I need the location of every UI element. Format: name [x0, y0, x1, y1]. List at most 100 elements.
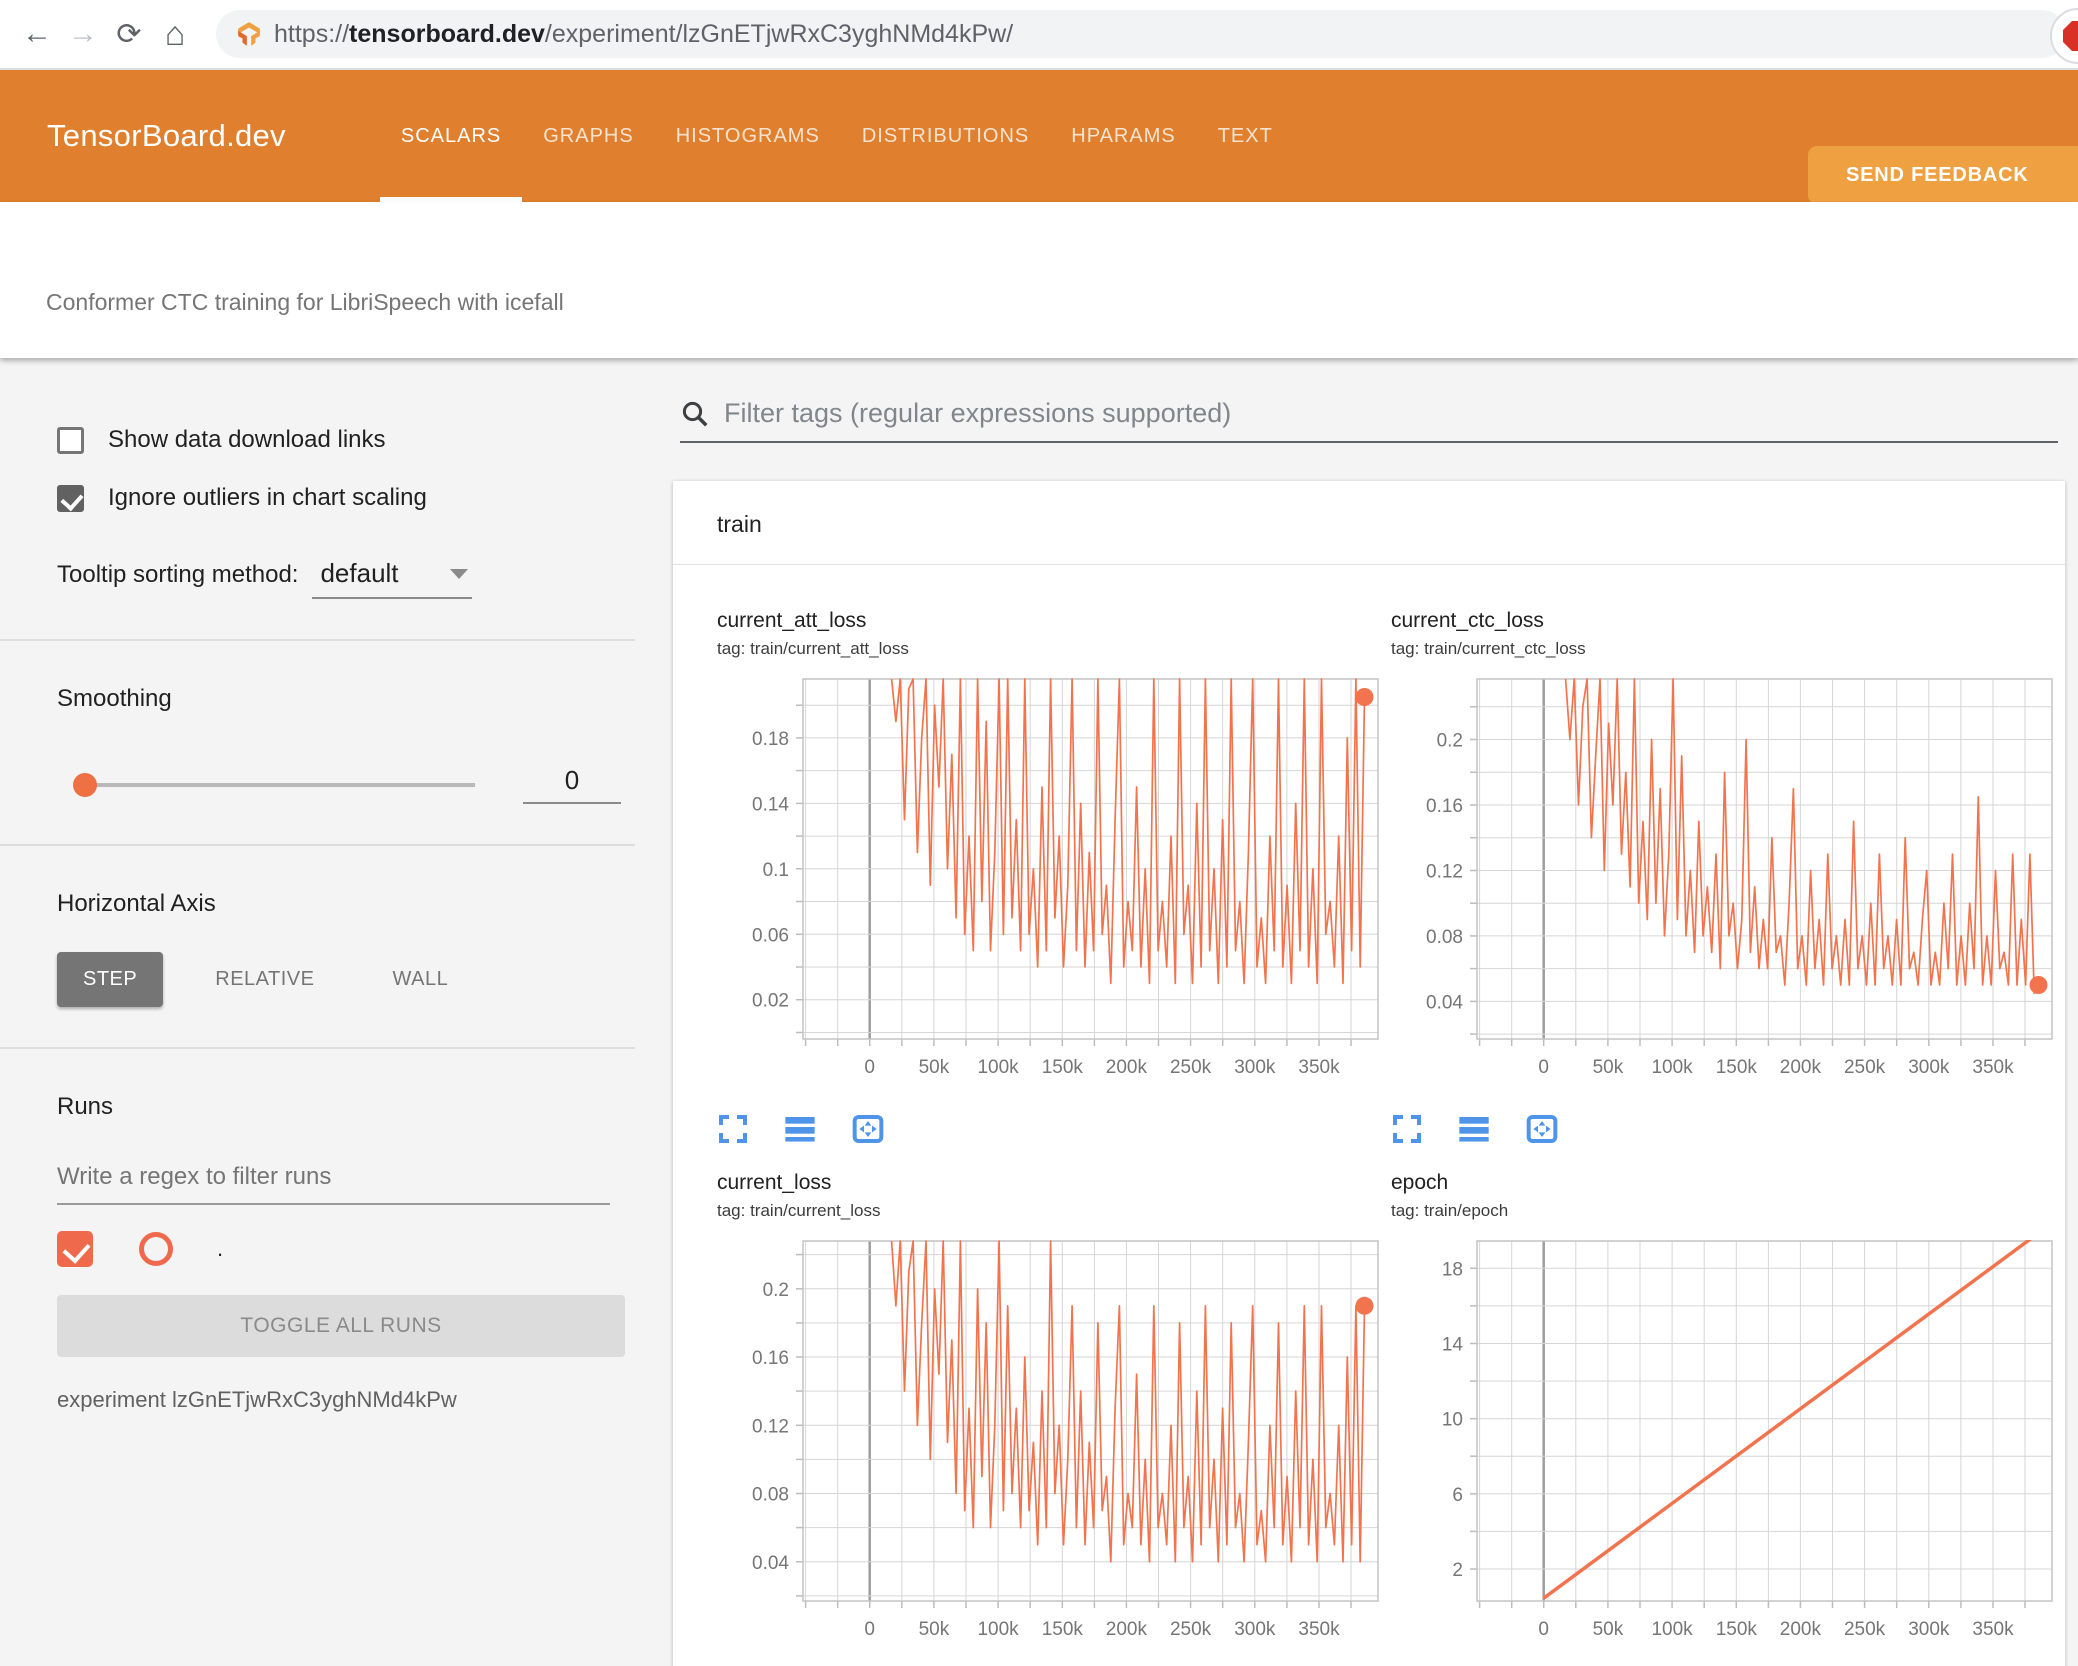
svg-text:0.08: 0.08	[1426, 927, 1463, 948]
svg-text:0.02: 0.02	[752, 991, 789, 1012]
svg-text:300k: 300k	[1908, 1619, 1950, 1640]
tag-filter-input[interactable]	[724, 398, 1924, 429]
charts-grid: current_att_loss tag: train/current_att_…	[717, 565, 2067, 1666]
svg-text:350k: 350k	[1972, 1057, 2014, 1078]
checkbox-checked-icon[interactable]	[57, 484, 84, 512]
horizontal-axis-label: Horizontal Axis	[57, 890, 216, 917]
tab-distributions[interactable]: DISTRIBUTIONS	[841, 70, 1050, 202]
svg-text:0.04: 0.04	[1426, 992, 1463, 1013]
content: Show data download links Ignore outliers…	[0, 358, 2078, 1666]
svg-text:200k: 200k	[1106, 1057, 1148, 1078]
runs-filter-input[interactable]	[57, 1157, 610, 1205]
show-download-links-checkbox[interactable]: Show data download links	[57, 426, 635, 454]
slider-knob[interactable]	[73, 772, 97, 797]
nav-tabs: SCALARS GRAPHS HISTOGRAMS DISTRIBUTIONS …	[379, 70, 1294, 202]
axis-wall-button[interactable]: WALL	[366, 952, 474, 1007]
svg-text:150k: 150k	[1716, 1057, 1758, 1078]
svg-text:50k: 50k	[919, 1619, 950, 1640]
svg-text:0: 0	[864, 1057, 875, 1078]
toggle-y-axis-icon[interactable]	[783, 1113, 817, 1145]
svg-text:250k: 250k	[1170, 1619, 1212, 1640]
chart-current-ctc-loss: current_ctc_loss tag: train/current_ctc_…	[1391, 609, 2065, 1145]
chart-title: current_ctc_loss	[1391, 609, 1544, 632]
svg-text:150k: 150k	[1042, 1619, 1084, 1640]
toggle-all-runs-button[interactable]: TOGGLE ALL RUNS	[57, 1295, 625, 1357]
reload-icon[interactable]: ⟳	[106, 17, 152, 52]
run-row: .	[57, 1231, 635, 1267]
chart-tag: tag: train/current_att_loss	[717, 639, 909, 658]
svg-text:250k: 250k	[1844, 1619, 1886, 1640]
toggle-y-axis-icon[interactable]	[1457, 1113, 1491, 1145]
chart-toolbar	[1391, 1113, 2065, 1145]
svg-text:0.04: 0.04	[752, 1553, 789, 1574]
line-chart[interactable]: 0 50k 100k 150k 200k 250k 300k 350k 0.02 0.06 0.1 0…	[717, 673, 1393, 1097]
url-bar[interactable]: https://tensorboard.dev/experiment/lzGnE…	[216, 10, 2066, 58]
tab-hparams[interactable]: HPARAMS	[1050, 70, 1196, 202]
smoothing-label: Smoothing	[57, 685, 172, 712]
svg-text:0: 0	[864, 1619, 875, 1640]
line-chart[interactable]: 0 50k 100k 150k 200k 250k 300k 350k 2 6 10 14 18	[1391, 1235, 2067, 1659]
svg-text:150k: 150k	[1716, 1619, 1758, 1640]
axis-step-button[interactable]: STEP	[57, 952, 164, 1007]
svg-text:300k: 300k	[1908, 1057, 1950, 1078]
svg-text:200k: 200k	[1106, 1619, 1148, 1640]
smoothing-value-input[interactable]	[523, 765, 621, 804]
svg-text:0.12: 0.12	[1426, 862, 1463, 883]
svg-text:0.06: 0.06	[752, 925, 789, 946]
svg-text:0.2: 0.2	[763, 1280, 789, 1301]
home-icon[interactable]: ⌂	[152, 15, 198, 54]
divider	[0, 639, 635, 641]
group-title: train	[717, 511, 762, 537]
fit-domain-icon[interactable]	[1525, 1113, 1559, 1145]
tab-histograms[interactable]: HISTOGRAMS	[655, 70, 841, 202]
fullscreen-icon[interactable]	[717, 1113, 749, 1145]
tab-scalars[interactable]: SCALARS	[379, 70, 523, 202]
checkbox-unchecked-icon[interactable]	[57, 426, 84, 454]
experiment-title-bar: Conformer CTC training for LibriSpeech w…	[0, 202, 2078, 358]
svg-text:2: 2	[1452, 1560, 1463, 1581]
main-panel: train current_att_loss tag: train/curren…	[660, 358, 2078, 1666]
svg-text:200k: 200k	[1780, 1619, 1822, 1640]
chart-title: current_att_loss	[717, 609, 867, 632]
forward-icon[interactable]: →	[60, 17, 106, 51]
run-checkbox[interactable]	[57, 1231, 93, 1267]
svg-text:0.2: 0.2	[1437, 731, 1463, 752]
tooltip-sorting-select[interactable]: default	[312, 558, 473, 599]
fit-domain-icon[interactable]	[851, 1113, 885, 1145]
tooltip-sorting-row: Tooltip sorting method: default	[57, 558, 635, 599]
send-feedback-button[interactable]: SEND FEEDBACK	[1808, 146, 2078, 204]
svg-text:0.08: 0.08	[752, 1485, 789, 1506]
svg-text:350k: 350k	[1298, 1057, 1340, 1078]
chart-toolbar	[717, 1113, 1391, 1145]
svg-text:0: 0	[1538, 1057, 1549, 1078]
svg-text:50k: 50k	[1593, 1619, 1624, 1640]
search-icon	[682, 401, 708, 426]
tag-filter[interactable]	[680, 398, 2058, 443]
tab-graphs[interactable]: GRAPHS	[522, 70, 654, 202]
axis-relative-button[interactable]: RELATIVE	[189, 952, 340, 1007]
svg-text:200k: 200k	[1780, 1057, 1822, 1078]
fullscreen-icon[interactable]	[1391, 1113, 1423, 1145]
ignore-outliers-checkbox[interactable]: Ignore outliers in chart scaling	[57, 484, 635, 512]
back-icon[interactable]: ←	[14, 17, 60, 51]
svg-text:50k: 50k	[919, 1057, 950, 1078]
svg-text:0: 0	[1538, 1619, 1549, 1640]
browser-chrome: ← → ⟳ ⌂ https://tensorboard.dev/experime…	[0, 0, 2078, 70]
chart-epoch: epoch tag: train/epoch 0 50k 100k 150k 200k 2…	[1391, 1171, 2065, 1659]
chart-title: epoch	[1391, 1171, 1449, 1194]
chart-current-loss: current_loss tag: train/current_loss 0 50…	[717, 1171, 1391, 1659]
divider	[0, 1047, 635, 1049]
svg-text:250k: 250k	[1170, 1057, 1212, 1078]
svg-text:150k: 150k	[1042, 1057, 1084, 1078]
chart-tag: tag: train/epoch	[1391, 1201, 1509, 1220]
tab-text[interactable]: TEXT	[1197, 70, 1294, 202]
svg-text:250k: 250k	[1844, 1057, 1886, 1078]
smoothing-slider[interactable]	[73, 772, 475, 797]
chart-title: current_loss	[717, 1171, 832, 1194]
svg-text:18: 18	[1442, 1259, 1463, 1280]
line-chart[interactable]: 0 50k 100k 150k 200k 250k 300k 350k 0.04 0.08 0.12…	[717, 1235, 1393, 1659]
line-chart[interactable]: 0 50k 100k 150k 200k 250k 300k 350k 0.04 0.08 0.12…	[1391, 673, 2067, 1097]
svg-text:100k: 100k	[1651, 1619, 1693, 1640]
svg-text:0.18: 0.18	[752, 729, 789, 750]
svg-text:10: 10	[1442, 1410, 1463, 1431]
